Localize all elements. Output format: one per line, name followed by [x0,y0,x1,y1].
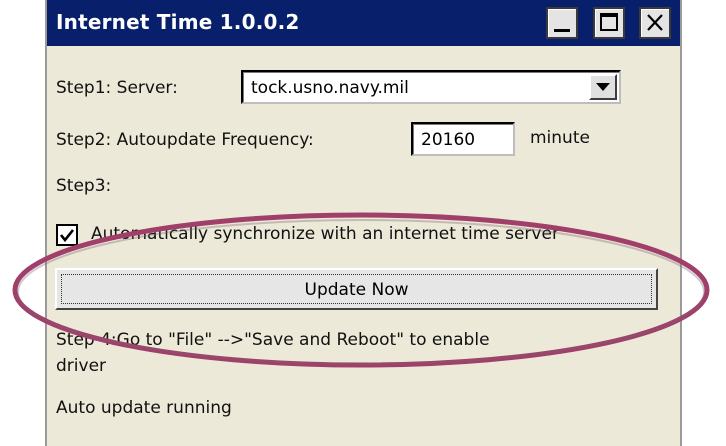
step1-label: Step1: Server: [56,78,178,98]
auto-sync-label[interactable]: Automatically synchronize with an intern… [91,224,559,244]
step4-text: Step 4:Go to "File" -->"Save and Reboot"… [56,330,490,350]
close-icon [647,14,663,31]
update-now-label: Update Now [304,280,409,300]
server-select-value: tock.usno.navy.mil [251,78,409,98]
internet-time-window: Internet Time 1.0.0.2 Step1: Server: toc… [45,0,682,446]
minimize-icon [554,29,570,32]
maximize-button[interactable] [593,7,625,39]
status-text: Auto update running [56,398,232,418]
frequency-unit: minute [530,128,590,148]
close-button[interactable] [639,7,671,39]
step4-text-continued: driver [56,356,107,376]
chevron-down-icon [596,83,610,91]
step2-label: Step2: Autoupdate Frequency: [56,130,314,150]
update-now-button[interactable]: Update Now [55,268,658,310]
maximize-icon [600,13,618,31]
frequency-field[interactable]: 20160 [411,122,515,156]
auto-sync-checkbox[interactable] [56,224,78,246]
step3-label: Step3: [56,176,112,196]
server-dropdown-button[interactable] [589,74,617,100]
checkmark-icon [59,229,75,243]
minimize-button[interactable] [546,7,578,39]
title-bar[interactable]: Internet Time 1.0.0.2 [47,0,680,46]
server-select[interactable]: tock.usno.navy.mil [241,70,621,104]
window-title: Internet Time 1.0.0.2 [56,10,300,34]
